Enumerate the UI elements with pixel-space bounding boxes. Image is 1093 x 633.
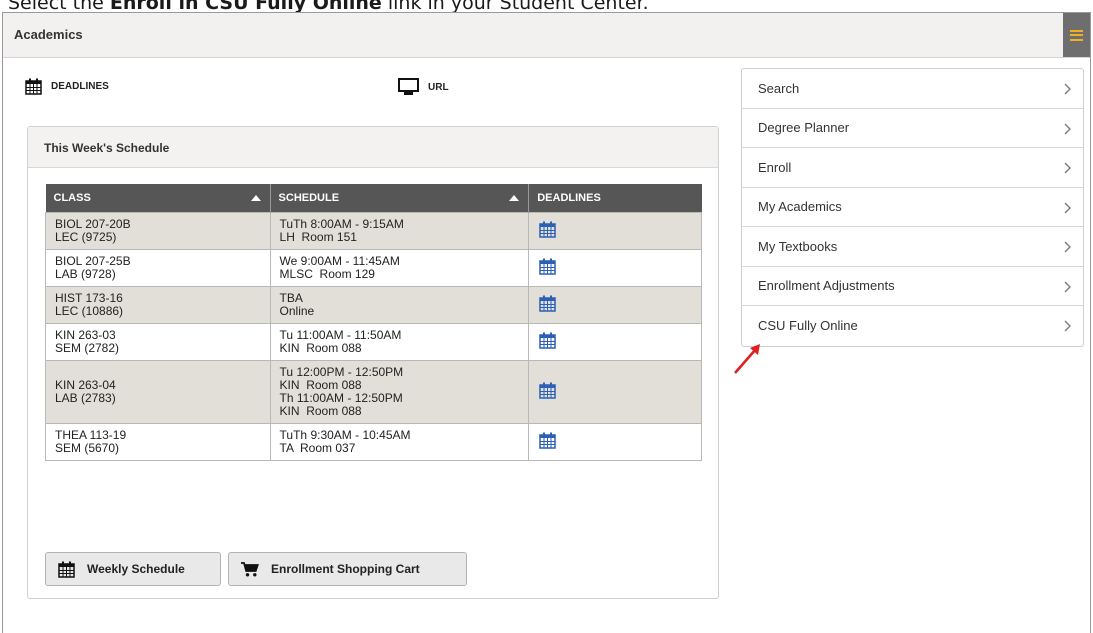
class-cell: KIN 263-03 SEM (2782) bbox=[45, 322, 271, 361]
side-menu-item-enrollment-adjustments[interactable]: Enrollment Adjustments bbox=[742, 267, 1083, 306]
side-menu: Search Degree Planner Enroll My Academics My… bbox=[741, 68, 1084, 347]
shopping-cart-label: Enrollment Shopping Cart bbox=[271, 562, 420, 576]
url-link[interactable]: URL bbox=[398, 78, 449, 96]
calendar-icon[interactable] bbox=[539, 221, 556, 241]
side-menu-item-label: My Academics bbox=[758, 199, 842, 215]
menu-button[interactable] bbox=[1063, 13, 1090, 57]
table-row: THEA 113-19 SEM (5670) TuTh 9:30AM - 10:45… bbox=[45, 422, 702, 461]
column-header-schedule[interactable]: SCHEDULE bbox=[270, 184, 530, 212]
table-row: BIOL 207-20B LEC (9725) TuTh 8:00AM - 9:15… bbox=[45, 211, 702, 250]
shopping-cart-icon bbox=[241, 561, 259, 576]
side-menu-item-my-academics[interactable]: My Academics bbox=[742, 188, 1083, 227]
chevron-right-icon bbox=[1064, 281, 1071, 292]
chevron-right-icon bbox=[1064, 241, 1071, 253]
class-cell: HIST 173-16 LEC (10886) bbox=[45, 285, 271, 324]
side-menu-item-degree-planner[interactable]: Degree Planner bbox=[742, 109, 1083, 148]
calendar-icon bbox=[58, 561, 75, 578]
weekly-schedule-label: Weekly Schedule bbox=[87, 562, 185, 576]
schedule-panel: This Week's Schedule CLASS SCHEDULE DEAD… bbox=[27, 126, 719, 599]
calendar-icon[interactable] bbox=[539, 258, 556, 278]
hamburger-icon bbox=[1070, 29, 1083, 41]
sort-up-icon bbox=[250, 195, 261, 201]
side-menu-item-my-textbooks[interactable]: My Textbooks bbox=[742, 227, 1083, 267]
calendar-icon[interactable] bbox=[539, 382, 556, 402]
deadlines-link-label: DEADLINES bbox=[51, 81, 109, 92]
deadlines-cell bbox=[528, 422, 702, 461]
academics-header: Academics bbox=[3, 13, 1090, 58]
table-row: KIN 263-03 SEM (2782) Tu 11:00AM - 11:50AM… bbox=[45, 322, 702, 361]
class-cell: THEA 113-19 SEM (5670) bbox=[45, 422, 271, 461]
calendar-icon[interactable] bbox=[539, 332, 556, 352]
deadlines-cell bbox=[528, 248, 702, 287]
side-menu-item-label: Degree Planner bbox=[758, 120, 850, 136]
calendar-icon[interactable] bbox=[539, 432, 556, 452]
deadlines-cell bbox=[528, 211, 702, 250]
schedule-table: CLASS SCHEDULE DEADLINES BIOL 207-20B LEC… bbox=[45, 184, 702, 461]
side-menu-item-label: Enroll bbox=[758, 159, 792, 175]
enrollment-shopping-cart-button[interactable]: Enrollment Shopping Cart bbox=[228, 552, 467, 586]
schedule-panel-title: This Week's Schedule bbox=[28, 127, 718, 168]
side-menu-item-label: Enrollment Adjustments bbox=[758, 278, 895, 294]
table-row: BIOL 207-25B LAB (9728) We 9:00AM - 11:45A… bbox=[45, 248, 702, 287]
schedule-cell: TuTh 9:30AM - 10:45AM TA Room 037 bbox=[269, 422, 530, 461]
deadlines-link[interactable]: DEADLINES bbox=[25, 78, 109, 95]
column-header-class[interactable]: CLASS bbox=[45, 184, 271, 212]
deadlines-cell bbox=[528, 322, 702, 361]
chevron-right-icon bbox=[1064, 123, 1071, 134]
side-menu-item-enroll[interactable]: Enroll bbox=[742, 148, 1083, 188]
side-menu-item-label: Search bbox=[758, 80, 800, 96]
academics-frame: Academics DEADLINES URL This Week's Sche… bbox=[2, 12, 1091, 633]
column-header-deadlines: DEADLINES bbox=[528, 184, 702, 212]
table-row: KIN 263-04 LAB (2783) Tu 12:00PM - 12:50PM… bbox=[45, 359, 702, 424]
chevron-right-icon bbox=[1064, 162, 1071, 174]
class-cell: BIOL 207-25B LAB (9728) bbox=[45, 248, 271, 287]
monitor-icon bbox=[398, 78, 419, 95]
chevron-right-icon bbox=[1064, 202, 1071, 213]
url-link-label: URL bbox=[428, 81, 449, 93]
schedule-cell: TuTh 8:00AM - 9:15AM LH Room 151 bbox=[269, 211, 530, 250]
annotation-arrow bbox=[734, 344, 760, 374]
chevron-right-icon bbox=[1064, 83, 1071, 95]
sort-up-icon bbox=[509, 195, 520, 201]
calendar-icon bbox=[25, 78, 42, 95]
side-menu-item-csu-fully-online[interactable]: CSU Fully Online bbox=[742, 306, 1083, 346]
side-menu-item-label: My Textbooks bbox=[758, 238, 838, 254]
weekly-schedule-button[interactable]: Weekly Schedule bbox=[45, 552, 221, 586]
deadlines-cell bbox=[528, 359, 702, 424]
schedule-cell: Tu 11:00AM - 11:50AM KIN Room 088 bbox=[269, 322, 530, 361]
page-title: Academics bbox=[14, 27, 83, 42]
schedule-cell: We 9:00AM - 11:45AM MLSC Room 129 bbox=[269, 248, 530, 287]
table-header-row: CLASS SCHEDULE DEADLINES bbox=[45, 184, 702, 212]
side-menu-item-label: CSU Fully Online bbox=[758, 318, 858, 334]
deadlines-cell bbox=[528, 285, 702, 324]
class-cell: KIN 263-04 LAB (2783) bbox=[45, 359, 271, 424]
chevron-right-icon bbox=[1064, 320, 1071, 332]
table-row: HIST 173-16 LEC (10886) TBA Online bbox=[45, 285, 702, 324]
calendar-icon[interactable] bbox=[539, 295, 556, 315]
side-menu-item-search[interactable]: Search bbox=[742, 69, 1083, 109]
class-cell: BIOL 207-20B LEC (9725) bbox=[45, 211, 271, 250]
schedule-cell: Tu 12:00PM - 12:50PM KIN Room 088 Th 11:00… bbox=[269, 359, 530, 424]
schedule-cell: TBA Online bbox=[269, 285, 530, 324]
